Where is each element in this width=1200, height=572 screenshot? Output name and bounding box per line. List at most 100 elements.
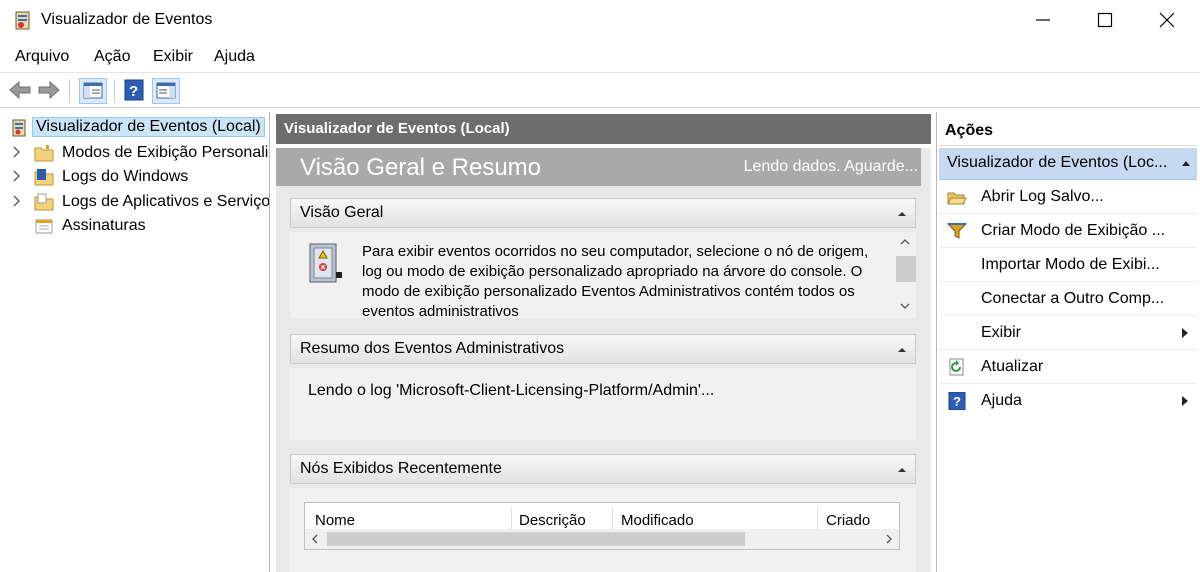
help-icon: ? (948, 392, 966, 410)
action-help[interactable]: ? Ajuda (939, 384, 1197, 418)
action-connect-to-another-computer[interactable]: Conectar a Outro Comp... (939, 282, 1197, 316)
event-log-icon (309, 243, 342, 283)
show-hide-console-tree-button[interactable] (79, 78, 107, 104)
scrollbar-thumb[interactable] (327, 532, 745, 546)
close-button[interactable] (1144, 0, 1190, 40)
action-view[interactable]: Exibir (939, 316, 1197, 350)
summary-section-title: Resumo dos Eventos Administrativos (300, 340, 565, 357)
tree-item-windows-logs[interactable]: Logs do Windows (0, 165, 269, 189)
actions-group-label: Visualizador de Eventos (Loc... (947, 154, 1168, 171)
help-icon: ? (124, 79, 144, 101)
chevron-right-icon[interactable] (12, 170, 22, 182)
minimize-button[interactable] (1020, 0, 1066, 40)
help-button[interactable]: ? (123, 78, 145, 104)
event-viewer-icon (15, 11, 30, 30)
tree-item-app-service-logs[interactable]: Logs de Aplicativos e Serviço (0, 190, 270, 214)
column-separator (511, 507, 512, 529)
submenu-arrow-icon (1182, 328, 1188, 338)
column-header-created[interactable]: Criado (826, 512, 870, 529)
action-label: Exibir (981, 324, 1022, 341)
scroll-left-icon[interactable] (311, 534, 319, 544)
center-pane: Visualizador de Eventos (Local) Visão Ge… (276, 114, 931, 572)
action-create-custom-view[interactable]: Criar Modo de Exibição ... (939, 214, 1197, 248)
scroll-right-icon[interactable] (885, 534, 893, 544)
recent-section-header[interactable]: Nós Exibidos Recentemente (290, 454, 916, 484)
overview-scrollbar[interactable] (894, 232, 916, 318)
menu-bar: Arquivo Ação Exibir Ajuda (0, 42, 1200, 70)
action-open-saved-log[interactable]: Abrir Log Salvo... (939, 180, 1197, 214)
submenu-arrow-icon (1182, 396, 1188, 406)
action-label: Atualizar (981, 358, 1044, 375)
windows-logs-folder-icon (34, 169, 54, 186)
horizontal-scrollbar[interactable] (305, 529, 899, 549)
collapse-icon[interactable] (1181, 159, 1191, 167)
toolbar: ? (0, 72, 1200, 108)
column-separator (612, 507, 613, 529)
menu-ajuda[interactable]: Ajuda (214, 48, 255, 66)
close-icon (1159, 12, 1175, 28)
folder-open-icon (947, 192, 967, 205)
collapse-icon[interactable] (897, 466, 907, 474)
tree-item-label: Modos de Exibição Personali (62, 144, 269, 161)
back-arrow-icon (9, 80, 31, 100)
column-header-name[interactable]: Nome (315, 512, 355, 529)
tree-item-label: Logs do Windows (62, 168, 189, 185)
column-header-description[interactable]: Descrição (519, 512, 586, 529)
event-viewer-icon (12, 119, 26, 137)
action-label: Abrir Log Salvo... (981, 188, 1104, 205)
scroll-down-icon[interactable] (900, 302, 910, 310)
actions-pane: Ações Visualizador de Eventos (Loc... Ab… (936, 112, 1200, 572)
maximize-icon (1097, 12, 1113, 28)
chevron-right-icon[interactable] (12, 195, 22, 207)
overview-section-title: Visão Geral (300, 204, 384, 221)
tree-item-label: Logs de Aplicativos e Serviço (62, 193, 270, 210)
menu-arquivo[interactable]: Arquivo (15, 48, 69, 66)
action-label: Ajuda (981, 392, 1022, 409)
title-bar: Visualizador de Eventos (0, 0, 1200, 40)
summary-section-body: Lendo o log 'Microsoft-Client-Licensing-… (290, 368, 916, 440)
actions-pane-title: Ações (939, 116, 1197, 146)
overview-section-header[interactable]: Visão Geral (290, 198, 916, 228)
console-tree: Visualizador de Eventos (Local) Modos de… (0, 112, 270, 572)
collapse-icon[interactable] (897, 210, 907, 218)
forward-button[interactable] (37, 78, 61, 104)
tree-item-label: Assinaturas (62, 217, 146, 234)
minimize-icon (1036, 19, 1050, 21)
overview-text: Para exibir eventos ocorridos no seu com… (362, 243, 869, 318)
tree-item-custom-views[interactable]: Modos de Exibição Personali (0, 141, 269, 165)
center-header: Visualizador de Eventos (Local) (276, 114, 931, 144)
action-label: Criar Modo de Exibição ... (981, 222, 1166, 239)
overview-banner: Visão Geral e Resumo Lendo dados. Aguard… (276, 148, 921, 186)
folder-icon (34, 145, 54, 162)
column-header-modified[interactable]: Modificado (621, 512, 694, 529)
forward-arrow-icon (38, 80, 60, 100)
folder-icon (34, 193, 54, 211)
refresh-icon (949, 358, 964, 376)
recent-section-title: Nós Exibidos Recentemente (300, 460, 502, 477)
back-button[interactable] (8, 78, 32, 104)
summary-section-header[interactable]: Resumo dos Eventos Administrativos (290, 334, 916, 364)
menu-exibir[interactable]: Exibir (153, 48, 193, 66)
actions-group-header[interactable]: Visualizador de Eventos (Loc... (939, 148, 1197, 180)
recent-section-body: Nome Descrição Modificado Criado (290, 488, 916, 572)
recent-nodes-grid[interactable]: Nome Descrição Modificado Criado (304, 502, 900, 550)
window-title: Visualizador de Eventos (41, 11, 213, 28)
toolbar-separator (69, 79, 70, 103)
tree-item-subscriptions[interactable]: Assinaturas (0, 214, 269, 238)
center-body: Visão Geral e Resumo Lendo dados. Aguard… (276, 148, 931, 572)
tree-root-label: Visualizador de Eventos (Local) (32, 117, 265, 137)
menu-acao[interactable]: Ação (94, 48, 130, 66)
svg-text:?: ? (953, 394, 961, 409)
action-refresh[interactable]: Atualizar (939, 350, 1197, 384)
chevron-right-icon[interactable] (12, 146, 22, 158)
show-hide-action-pane-button[interactable] (152, 78, 180, 104)
summary-text: Lendo o log 'Microsoft-Client-Licensing-… (308, 382, 715, 399)
column-separator (817, 507, 818, 529)
tree-root-item[interactable]: Visualizador de Eventos (Local) (0, 116, 269, 140)
collapse-icon[interactable] (897, 346, 907, 354)
maximize-button[interactable] (1082, 0, 1128, 40)
scroll-up-icon[interactable] (900, 238, 910, 246)
action-import-custom-view[interactable]: Importar Modo de Exibi... (939, 248, 1197, 282)
scrollbar-thumb[interactable] (896, 256, 916, 282)
overview-section-body: Para exibir eventos ocorridos no seu com… (290, 232, 916, 318)
